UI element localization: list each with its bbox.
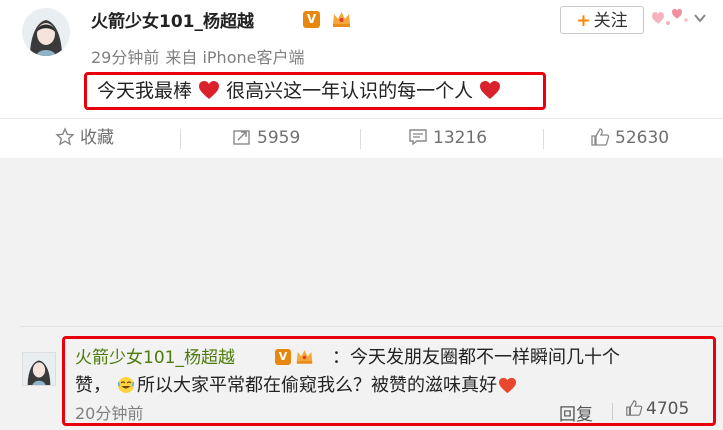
like-count: 52630 <box>615 128 670 148</box>
plus-icon: + <box>576 11 591 31</box>
comment-text-line2: 赞， 所以大家平常都在偷窥我么？被赞的滋味真好 <box>75 371 517 397</box>
comment-username-text: 火箭少女101_杨超越 <box>75 348 235 368</box>
comment-count: 13216 <box>433 128 488 148</box>
post-card: 火箭少女101_杨超越 V 29分钟前 来自 iPhone客户端 + 关注 今天我最… <box>0 0 723 118</box>
post-time[interactable]: 29分钟前 <box>91 48 159 67</box>
post-text-highlight: 今天我最棒 很高兴这一年认识的每一个人 <box>84 72 546 110</box>
reply-button[interactable]: 回复 <box>559 400 593 425</box>
heart-icon <box>480 81 501 99</box>
comment-like-count: 4705 <box>646 399 690 419</box>
comment-text-end: 所以大家平常都在偷窥我么？被赞的滋味真好 <box>137 375 497 396</box>
verified-badge: V <box>303 11 320 28</box>
avatar[interactable] <box>22 8 70 56</box>
comment-button[interactable]: 13216 <box>408 119 487 157</box>
action-bar: 收藏 5959 13216 52630 <box>0 118 723 158</box>
action-divider <box>543 129 544 149</box>
favorite-button[interactable]: 收藏 <box>55 119 114 157</box>
comment-highlight: 火箭少女101_杨超越 V ：今天发朋友圈都不一样瞬间几十个 赞， 所以大家平常… <box>62 336 716 426</box>
post-meta: 29分钟前 来自 iPhone客户端 <box>91 44 304 68</box>
comment-like-button[interactable]: 4705 <box>625 399 689 419</box>
post-text-part1: 今天我最棒 <box>97 80 193 102</box>
follow-button[interactable]: + 关注 <box>560 6 644 34</box>
post-text-part2: 很高兴这一年认识的每一个人 <box>226 80 474 102</box>
action-divider <box>360 129 361 149</box>
favorite-label: 收藏 <box>80 128 114 148</box>
heart-icon <box>499 377 516 394</box>
comment-action-divider <box>612 403 613 420</box>
comment-username[interactable]: 火箭少女101_杨超越 <box>75 343 235 368</box>
chevron-down-icon[interactable] <box>692 10 708 26</box>
repost-button[interactable]: 5959 <box>232 119 300 157</box>
post-username[interactable]: 火箭少女101_杨超越 <box>91 7 254 32</box>
post-source: 来自 iPhone客户端 <box>165 48 305 67</box>
thumbs-up-icon <box>591 128 610 146</box>
like-button[interactable]: 52630 <box>590 119 669 157</box>
heart-icon <box>199 81 220 99</box>
sticker-icon <box>652 8 688 25</box>
comment-time: 20分钟前 <box>75 404 144 423</box>
emoji-icon <box>117 377 135 393</box>
repost-icon <box>233 130 250 145</box>
follow-label: 关注 <box>593 11 628 31</box>
verified-badge: V <box>275 349 291 365</box>
comment-text-line1: ：今天发朋友圈都不一样瞬间几十个 <box>332 347 620 368</box>
comment-icon <box>409 129 427 146</box>
thumbs-up-icon <box>626 400 643 416</box>
star-icon <box>55 127 75 146</box>
crown-icon <box>296 350 313 364</box>
comment-text-start: 赞， <box>75 375 111 396</box>
comment-avatar[interactable] <box>22 352 56 386</box>
repost-count: 5959 <box>257 128 301 148</box>
action-divider <box>180 129 181 149</box>
comment-separator <box>20 326 723 327</box>
crown-icon <box>333 12 350 27</box>
